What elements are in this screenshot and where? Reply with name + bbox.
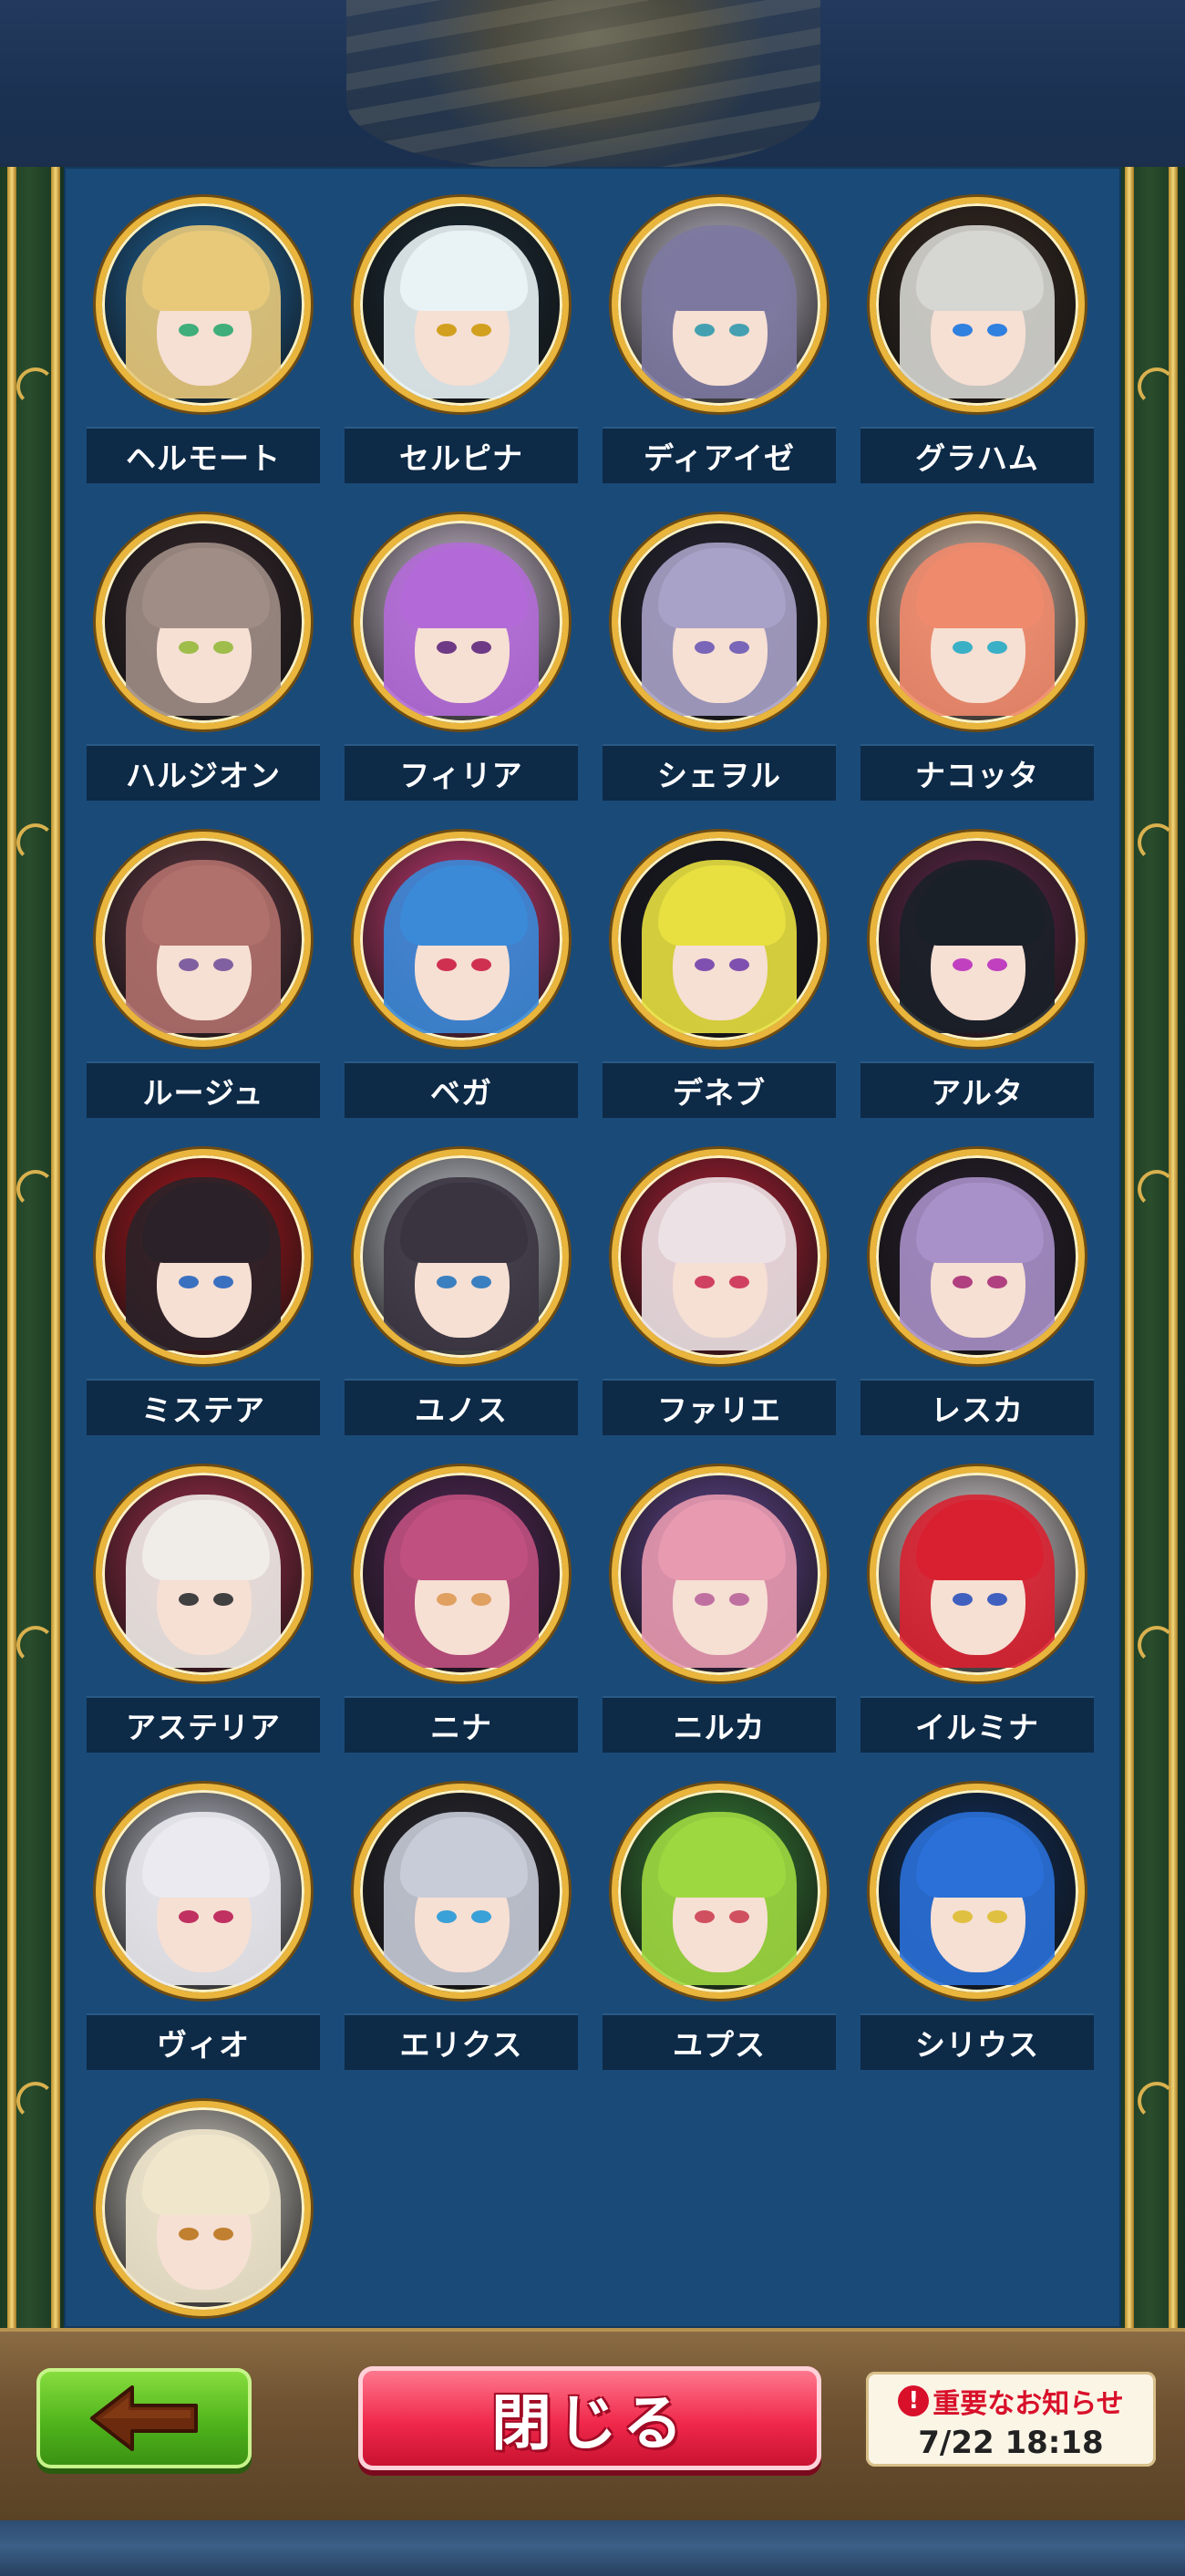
character-portrait[interactable] [354, 1149, 569, 1364]
notice-datetime: 7/22 18:18 [918, 2425, 1104, 2461]
left-arrow-icon [90, 2385, 198, 2451]
close-button[interactable]: 閉じる [358, 2366, 821, 2470]
character-portrait[interactable] [870, 197, 1085, 412]
character-name: アステリア [87, 1696, 320, 1753]
character-portrait[interactable] [354, 1466, 569, 1681]
background-bottom [0, 2517, 1185, 2576]
character-name: ルージュ [87, 1061, 320, 1118]
character-card[interactable]: シェヲル [603, 514, 836, 824]
character-portrait[interactable] [612, 832, 827, 1047]
character-card[interactable]: イルミナ [860, 1466, 1094, 1776]
character-portrait[interactable] [354, 197, 569, 412]
character-card[interactable]: ヴィオ [87, 1784, 320, 2094]
character-name: レスカ [860, 1379, 1094, 1435]
character-name: ヴィオ [87, 2013, 320, 2070]
character-name: アルタ [860, 1061, 1094, 1118]
character-portrait[interactable] [870, 1784, 1085, 1999]
character-name: ニナ [345, 1696, 578, 1753]
character-name: ベガ [345, 1061, 578, 1118]
character-name: ユプス [603, 2013, 836, 2070]
character-name: フィリア [345, 744, 578, 801]
character-name: ディアイゼ [603, 427, 836, 483]
character-name: セルピナ [345, 427, 578, 483]
character-portrait[interactable] [354, 514, 569, 729]
character-card[interactable]: ミステア [87, 1149, 320, 1459]
character-card[interactable]: ヘルモート [87, 197, 320, 507]
character-portrait[interactable] [612, 197, 827, 412]
character-card[interactable]: デネブ [603, 832, 836, 1142]
character-card[interactable]: グラハム [860, 197, 1094, 507]
character-name: シェヲル [603, 744, 836, 801]
character-portrait[interactable] [96, 1149, 311, 1364]
character-card[interactable]: ユプス [603, 1784, 836, 2094]
character-portrait[interactable] [354, 1784, 569, 1999]
character-portrait[interactable] [96, 832, 311, 1047]
character-name: ヘルモート [87, 427, 320, 483]
character-name: シリウス [860, 2013, 1094, 2070]
notice-label: 重要なお知らせ [933, 2388, 1124, 2420]
character-card[interactable]: エリクス [345, 1784, 578, 2094]
character-name: グラハム [860, 427, 1094, 483]
character-name: ナコッタ [860, 744, 1094, 801]
character-card[interactable]: ディアイゼ [603, 197, 836, 507]
character-name: ミステア [87, 1379, 320, 1435]
character-card[interactable]: フィリア [345, 514, 578, 824]
character-card[interactable]: アルタ [860, 832, 1094, 1142]
character-portrait[interactable] [96, 1466, 311, 1681]
background-top [0, 0, 1185, 169]
character-name: ハルジオン [87, 744, 320, 801]
character-name: デネブ [603, 1061, 836, 1118]
character-card[interactable]: ユノス [345, 1149, 578, 1459]
character-portrait[interactable] [870, 514, 1085, 729]
character-portrait[interactable] [870, 832, 1085, 1047]
back-button[interactable] [36, 2368, 252, 2468]
character-portrait[interactable] [96, 1784, 311, 1999]
character-name: イルミナ [860, 1696, 1094, 1753]
character-portrait[interactable] [870, 1149, 1085, 1364]
character-name: ニルカ [603, 1696, 836, 1753]
character-card[interactable]: ルージュ [87, 832, 320, 1142]
bottom-bar: 閉じる ! 重要なお知らせ 7/22 18:18 [0, 2328, 1185, 2520]
character-card[interactable]: シリウス [860, 1784, 1094, 2094]
frame-right-border [1121, 167, 1185, 2328]
character-card[interactable]: ベガ [345, 832, 578, 1142]
frame-left-border [0, 167, 64, 2328]
character-card[interactable]: ナコッタ [860, 514, 1094, 824]
character-card[interactable]: アステリア [87, 1466, 320, 1776]
character-portrait[interactable] [612, 514, 827, 729]
character-portrait[interactable] [96, 514, 311, 729]
character-portrait[interactable] [96, 197, 311, 412]
character-card[interactable]: ハルジオン [87, 514, 320, 824]
alert-icon: ! [898, 2385, 930, 2416]
character-card[interactable]: ニルカ [603, 1466, 836, 1776]
character-portrait[interactable] [612, 1149, 827, 1364]
important-notice-button[interactable]: ! 重要なお知らせ 7/22 18:18 [866, 2372, 1156, 2467]
character-card[interactable]: セルピナ [345, 197, 578, 507]
character-name: エリクス [345, 2013, 578, 2070]
character-portrait[interactable] [870, 1466, 1085, 1681]
character-list-panel: ヘルモート セルピナ ディアイゼ グラハムハルジオン フィリア シェヲル ナコッタルージュベ… [64, 167, 1121, 2328]
character-portrait[interactable] [612, 1466, 827, 1681]
character-card[interactable]: ニナ [345, 1466, 578, 1776]
character-portrait[interactable] [354, 832, 569, 1047]
character-portrait[interactable] [612, 1784, 827, 1999]
character-card[interactable]: レスカ [860, 1149, 1094, 1459]
character-card[interactable]: ファリエ [603, 1149, 836, 1459]
character-name: ファリエ [603, 1379, 836, 1435]
character-portrait[interactable] [96, 2101, 311, 2316]
character-name: ユノス [345, 1379, 578, 1435]
